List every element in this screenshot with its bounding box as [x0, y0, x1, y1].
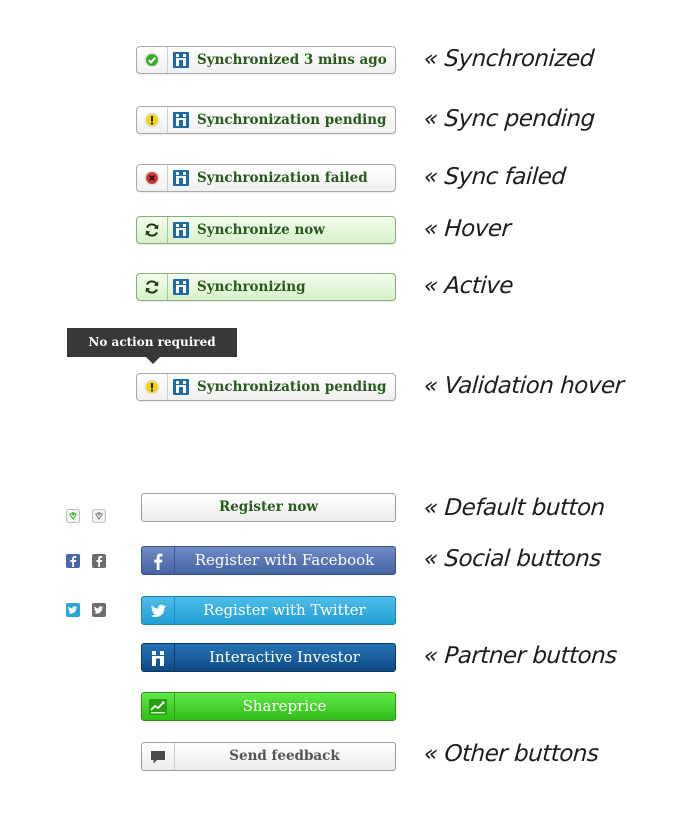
- button-label: Send feedback: [229, 748, 340, 764]
- button-label: Register with Facebook: [194, 551, 375, 569]
- icon-cell: [142, 547, 175, 574]
- speech-bubble-icon: [151, 751, 165, 764]
- icon-cell: [142, 693, 175, 720]
- register-twitter-button[interactable]: Register with Twitter: [141, 596, 396, 625]
- interactive-investor-icon: [152, 651, 164, 666]
- sync-status-label: Synchronization failed: [197, 170, 368, 186]
- register-gray-icon: [92, 509, 106, 523]
- register-color-icon: [66, 509, 80, 523]
- check-icon: [144, 52, 160, 68]
- annotation-sync-pending: « Sync pending: [423, 106, 596, 132]
- annotation-validation-hover: « Validation hover: [423, 373, 625, 399]
- annotation-hover: « Hover: [423, 216, 512, 242]
- sync-status-label: Synchronization pending: [197, 112, 387, 128]
- shareprice-icon: [149, 699, 167, 715]
- facebook-color-icon: [66, 554, 80, 568]
- sync-status-pending-validation[interactable]: Synchronization pending: [136, 373, 396, 401]
- status-cell: [137, 165, 168, 191]
- annotation-synchronized: « Synchronized: [423, 46, 595, 72]
- status-cell: [137, 217, 168, 243]
- sync-status-pending[interactable]: Synchronization pending: [136, 106, 396, 134]
- annotation-default-button: « Default button: [423, 495, 606, 521]
- status-cell: [137, 107, 168, 133]
- sync-status-label: Synchronize now: [197, 222, 325, 238]
- icon-cell: [142, 743, 175, 770]
- sync-status-label: Synchronization pending: [197, 379, 387, 395]
- interactive-investor-icon: [173, 279, 189, 295]
- sync-now-button[interactable]: Synchronize now: [136, 216, 396, 244]
- sync-status-label: Synchronizing: [197, 279, 306, 295]
- button-label: Register now: [218, 499, 319, 515]
- icon-cell: [142, 597, 175, 624]
- refresh-icon: [145, 280, 159, 294]
- sync-status-failed[interactable]: Synchronization failed: [136, 164, 396, 192]
- tooltip: No action required: [67, 328, 237, 357]
- interactive-investor-icon: [173, 52, 189, 68]
- send-feedback-button[interactable]: Send feedback: [141, 742, 396, 771]
- warning-icon: [144, 112, 160, 128]
- status-cell: [137, 47, 168, 73]
- refresh-icon: [145, 223, 159, 237]
- facebook-icon: [154, 553, 163, 570]
- sync-status-synchronized[interactable]: Synchronized 3 mins ago: [136, 46, 396, 74]
- facebook-gray-icon: [92, 554, 106, 568]
- interactive-investor-icon: [173, 379, 189, 395]
- annotation-partner-buttons: « Partner buttons: [423, 643, 618, 669]
- annotation-active: « Active: [423, 273, 514, 299]
- warning-icon: [144, 379, 160, 395]
- interactive-investor-icon: [173, 170, 189, 186]
- interactive-investor-icon: [173, 222, 189, 238]
- tooltip-arrow: [146, 357, 160, 364]
- interactive-investor-button[interactable]: Interactive Investor: [141, 643, 396, 672]
- synchronizing-button[interactable]: Synchronizing: [136, 273, 396, 301]
- annotation-sync-failed: « Sync failed: [423, 164, 567, 190]
- interactive-investor-icon: [173, 112, 189, 128]
- twitter-icon: [150, 604, 166, 618]
- register-facebook-button[interactable]: Register with Facebook: [141, 546, 396, 575]
- status-cell: [137, 374, 168, 400]
- shareprice-button[interactable]: Shareprice: [141, 692, 396, 721]
- annotation-social-buttons: « Social buttons: [423, 546, 602, 572]
- register-now-button[interactable]: Register now: [141, 493, 396, 522]
- status-cell: [137, 274, 168, 300]
- annotation-other-buttons: « Other buttons: [423, 741, 600, 767]
- twitter-color-icon: [66, 603, 80, 617]
- error-icon: [144, 170, 160, 186]
- twitter-gray-icon: [92, 603, 106, 617]
- button-label: Register with Twitter: [203, 601, 366, 619]
- icon-cell: [142, 644, 175, 671]
- sync-status-label: Synchronized 3 mins ago: [197, 52, 387, 68]
- button-label: Shareprice: [242, 697, 327, 715]
- button-label: Interactive Investor: [209, 648, 360, 666]
